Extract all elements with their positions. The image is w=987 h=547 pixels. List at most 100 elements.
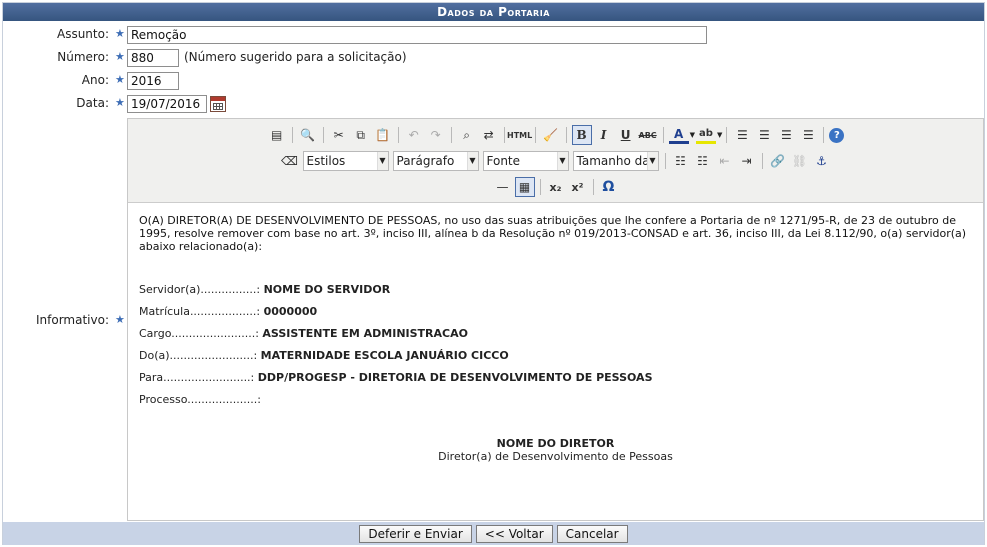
- bold-button[interactable]: B: [571, 125, 592, 145]
- outdent-icon[interactable]: ⇤: [715, 151, 735, 171]
- toolbar-row-3: — ▦ x₂ x² Ω: [128, 176, 983, 198]
- field-line-do: Do(a)........................: MATERNIDA…: [139, 349, 509, 362]
- field-line-processo: Processo....................:: [139, 393, 261, 406]
- data-input[interactable]: [127, 95, 207, 113]
- numero-input[interactable]: [127, 49, 179, 67]
- toolbar-separator: [726, 127, 728, 143]
- indent-icon[interactable]: ⇥: [737, 151, 757, 171]
- numbered-list-icon[interactable]: ☷: [693, 151, 713, 171]
- italic-button[interactable]: I: [594, 125, 614, 145]
- align-center-icon[interactable]: ☰: [754, 125, 774, 145]
- preview-icon[interactable]: 🔍: [298, 125, 318, 145]
- field-line-matricula: Matrícula...................: 0000000: [139, 305, 317, 318]
- superscript-button[interactable]: x²: [568, 177, 588, 197]
- redo-icon[interactable]: ↷: [426, 125, 446, 145]
- toolbar-separator: [565, 127, 567, 143]
- eraser-icon[interactable]: ⌫: [280, 151, 300, 171]
- chevron-down-icon[interactable]: ▼: [690, 131, 695, 139]
- panel-title: Dados da Portaria: [3, 3, 984, 21]
- numero-hint: (Número sugerido para a solicitação): [184, 50, 407, 64]
- undo-icon[interactable]: ↶: [404, 125, 424, 145]
- text-color-icon[interactable]: A: [668, 126, 689, 144]
- field-value: NOME DO SERVIDOR: [263, 283, 391, 296]
- align-justify-icon[interactable]: ☰: [798, 125, 818, 145]
- replace-icon[interactable]: ⇄: [479, 125, 499, 145]
- source-view-icon[interactable]: ▤: [267, 125, 287, 145]
- cancelar-button[interactable]: Cancelar: [556, 524, 628, 543]
- field-value: 0000000: [263, 305, 318, 318]
- toolbar-separator: [503, 127, 505, 143]
- rich-text-editor: ▤ 🔍 ✂ ⧉ 📋 ↶ ↷ ⌕ ⇄ HTML 🧹 B I U ABC A ▼ a…: [127, 118, 984, 521]
- table-icon[interactable]: ▦: [514, 177, 535, 197]
- calendar-icon[interactable]: [210, 96, 226, 112]
- field-value: ASSISTENTE EM ADMINISTRACAO: [262, 327, 468, 340]
- assunto-label: Assunto:: [56, 27, 109, 41]
- toolbar-separator: [662, 127, 664, 143]
- subscript-button[interactable]: x₂: [546, 177, 566, 197]
- anchor-icon[interactable]: ⚓: [812, 151, 832, 171]
- copy-icon[interactable]: ⧉: [351, 125, 371, 145]
- find-icon[interactable]: ⌕: [457, 125, 477, 145]
- toolbar-separator: [534, 127, 536, 143]
- field-label: Para.........................:: [139, 371, 255, 384]
- toolbar-separator: [291, 127, 293, 143]
- field-label: Cargo........................:: [139, 327, 259, 340]
- portaria-paragraph: O(A) DIRETOR(A) DE DESENVOLVIMENTO DE PE…: [139, 214, 967, 253]
- toolbar-separator: [322, 127, 324, 143]
- required-star-icon: ★: [115, 50, 125, 63]
- toolbar-separator: [450, 127, 452, 143]
- font-dropdown[interactable]: Fonte ▼: [482, 151, 569, 171]
- action-bar: Deferir e Enviar << Voltar Cancelar: [3, 522, 984, 545]
- chevron-down-icon: ▼: [466, 152, 478, 170]
- special-char-button[interactable]: Ω: [599, 177, 619, 197]
- assunto-input[interactable]: [127, 26, 707, 44]
- field-value: MATERNIDADE ESCOLA JANUÁRIO CICCO: [260, 349, 509, 362]
- ano-input[interactable]: [127, 72, 179, 90]
- required-star-icon: ★: [115, 313, 125, 326]
- chevron-down-icon[interactable]: ▼: [717, 131, 722, 139]
- font-size-dropdown[interactable]: Tamanho da Fonte ▼: [572, 151, 659, 171]
- html-button[interactable]: HTML: [507, 125, 532, 145]
- underline-button[interactable]: U: [616, 125, 636, 145]
- paragraph-dropdown-label: Parágrafo: [396, 154, 455, 168]
- styles-dropdown-label: Estilos: [306, 154, 346, 168]
- toolbar-separator: [664, 153, 666, 169]
- toolbar-separator: [397, 127, 399, 143]
- unlink-icon[interactable]: ⛓: [790, 151, 810, 171]
- toolbar-row-1: ▤ 🔍 ✂ ⧉ 📋 ↶ ↷ ⌕ ⇄ HTML 🧹 B I U ABC A ▼ a…: [128, 124, 983, 146]
- field-label: Processo....................:: [139, 393, 261, 406]
- signature-name: NOME DO DIRETOR: [496, 437, 615, 450]
- required-star-icon: ★: [115, 73, 125, 86]
- signature-role: Diretor(a) de Desenvolvimento de Pessoas: [438, 450, 673, 463]
- align-left-icon[interactable]: ☰: [732, 125, 752, 145]
- required-star-icon: ★: [115, 96, 125, 109]
- strikethrough-button[interactable]: ABC: [638, 125, 658, 145]
- field-line-servidor: Servidor(a)................: NOME DO SER…: [139, 283, 390, 296]
- horizontal-rule-icon[interactable]: —: [493, 177, 513, 197]
- deferir-enviar-button[interactable]: Deferir e Enviar: [359, 524, 472, 543]
- field-line-cargo: Cargo........................: ASSISTENT…: [139, 327, 468, 340]
- editor-content[interactable]: O(A) DIRETOR(A) DE DESENVOLVIMENTO DE PE…: [128, 204, 983, 520]
- clean-format-icon[interactable]: 🧹: [541, 125, 561, 145]
- bullet-list-icon[interactable]: ☷: [671, 151, 691, 171]
- paragraph-dropdown[interactable]: Parágrafo ▼: [392, 151, 479, 171]
- help-icon[interactable]: ?: [829, 127, 845, 143]
- voltar-button[interactable]: << Voltar: [475, 524, 553, 543]
- styles-dropdown[interactable]: Estilos ▼: [302, 151, 389, 171]
- toolbar-separator: [539, 179, 541, 195]
- data-label: Data:: [76, 96, 109, 110]
- editor-toolbar: ▤ 🔍 ✂ ⧉ 📋 ↶ ↷ ⌕ ⇄ HTML 🧹 B I U ABC A ▼ a…: [128, 119, 983, 203]
- ano-label: Ano:: [81, 73, 109, 87]
- field-label: Servidor(a)................:: [139, 283, 261, 296]
- paste-icon[interactable]: 📋: [373, 125, 393, 145]
- field-label: Matrícula...................:: [139, 305, 261, 318]
- align-right-icon[interactable]: ☰: [776, 125, 796, 145]
- highlight-color-icon[interactable]: ab: [696, 126, 716, 144]
- chevron-down-icon: ▼: [556, 152, 568, 170]
- field-value: DDP/PROGESP - DIRETORIA DE DESENVOLVIMEN…: [257, 371, 653, 384]
- link-icon[interactable]: 🔗: [768, 151, 788, 171]
- cut-icon[interactable]: ✂: [329, 125, 349, 145]
- toolbar-separator: [823, 127, 825, 143]
- required-star-icon: ★: [115, 27, 125, 40]
- toolbar-row-2: ⌫ Estilos ▼ Parágrafo ▼ Fonte ▼ Tamanho …: [128, 150, 983, 172]
